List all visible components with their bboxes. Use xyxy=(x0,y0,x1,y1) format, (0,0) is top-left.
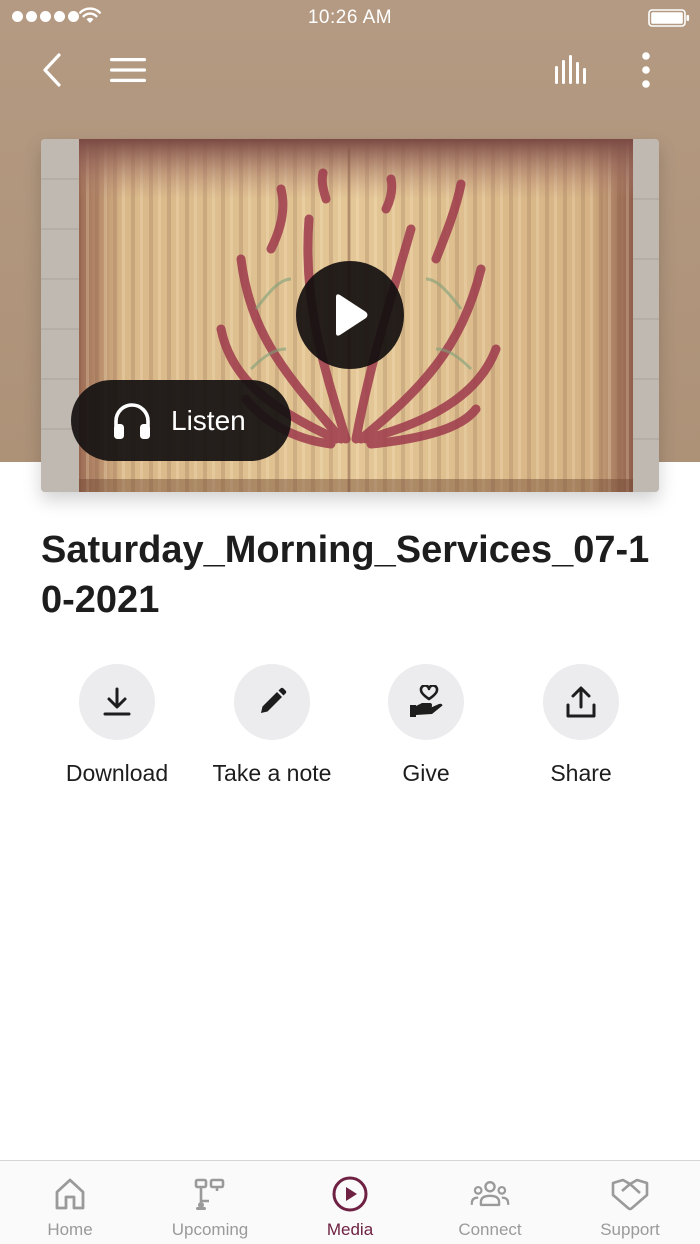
tab-upcoming-label: Upcoming xyxy=(171,1220,249,1239)
download-button[interactable] xyxy=(79,664,155,740)
chevron-left-icon xyxy=(43,53,61,87)
media-title: Saturday_Morning_Services_07-10-2021 xyxy=(41,529,650,621)
listen-label: Listen xyxy=(171,404,246,436)
tab-connect[interactable]: Connect xyxy=(420,1161,560,1244)
take-note-label: Take a note xyxy=(212,760,332,786)
share-button[interactable] xyxy=(543,664,619,740)
download-action[interactable]: Download xyxy=(40,664,194,787)
headphones-icon xyxy=(114,402,150,439)
tab-media[interactable]: Media xyxy=(280,1161,420,1244)
download-icon xyxy=(103,687,131,716)
pencil-icon xyxy=(261,687,287,713)
audio-bars-icon xyxy=(555,55,586,84)
take-note-action[interactable]: Take a note xyxy=(195,664,349,787)
handshake-icon xyxy=(611,1178,649,1211)
play-button[interactable] xyxy=(296,261,404,369)
tab-bar: Home Upcoming Media Connect Support xyxy=(0,1160,700,1244)
menu-button[interactable] xyxy=(104,48,152,92)
battery-icon xyxy=(648,9,690,27)
hand-heart-icon xyxy=(410,685,443,717)
listen-button[interactable]: Listen xyxy=(71,380,291,461)
schedule-icon xyxy=(194,1178,225,1210)
play-circle-icon xyxy=(332,1176,368,1212)
tab-support[interactable]: Support xyxy=(560,1161,700,1244)
status-time: 10:26 AM xyxy=(307,7,393,28)
tab-media-label: Media xyxy=(326,1220,374,1239)
media-thumbnail[interactable]: Listen xyxy=(41,139,659,492)
vertical-dots-icon xyxy=(642,52,650,88)
give-action[interactable]: Give xyxy=(349,664,503,787)
play-icon xyxy=(336,294,368,336)
tab-home[interactable]: Home xyxy=(0,1161,140,1244)
home-icon xyxy=(55,1178,85,1210)
tab-upcoming[interactable]: Upcoming xyxy=(140,1161,280,1244)
audio-levels-button[interactable] xyxy=(548,48,596,92)
give-button[interactable] xyxy=(388,664,464,740)
tab-support-label: Support xyxy=(600,1220,660,1239)
share-action[interactable]: Share xyxy=(504,664,658,787)
people-icon xyxy=(470,1181,510,1207)
share-icon xyxy=(566,686,596,718)
take-note-button[interactable] xyxy=(234,664,310,740)
back-button[interactable] xyxy=(30,48,74,92)
tab-home-label: Home xyxy=(47,1220,93,1239)
media-detail-screen: 10:26 AM Listen Saturday_Morning_Service… xyxy=(0,0,700,1244)
download-label: Download xyxy=(65,760,169,786)
share-label: Share xyxy=(550,760,612,786)
more-options-button[interactable] xyxy=(626,46,666,94)
tab-connect-label: Connect xyxy=(458,1220,522,1239)
action-row: Download Take a note Give Share xyxy=(40,664,660,794)
hamburger-menu-icon xyxy=(110,58,146,82)
status-bar: 10:26 AM xyxy=(0,0,700,36)
give-label: Give xyxy=(402,760,450,786)
